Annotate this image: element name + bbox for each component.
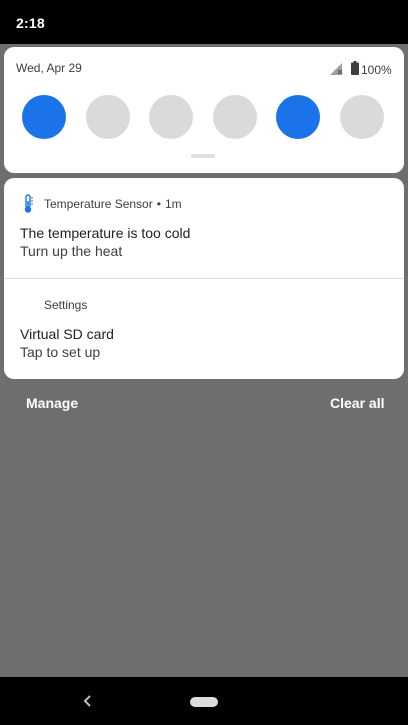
notification-body: Turn up the heat <box>20 243 123 259</box>
qs-tile-3[interactable] <box>149 95 193 139</box>
clear-all-button[interactable]: Clear all <box>330 395 384 411</box>
status-time: 2:18 <box>16 15 45 31</box>
notification-title: The temperature is too cold <box>20 225 191 241</box>
battery-percent: 100% <box>361 63 392 77</box>
qs-tile-6[interactable] <box>340 95 384 139</box>
drag-handle[interactable] <box>191 154 215 158</box>
quick-settings-panel[interactable]: Wed, Apr 29 100% <box>4 47 404 173</box>
signal-icon <box>330 63 343 75</box>
battery-icon <box>351 61 359 75</box>
notification-body: Tap to set up <box>20 344 101 360</box>
notification-temperature[interactable]: Temperature Sensor • 1m The temperature is… <box>4 178 404 278</box>
navigation-bar <box>0 677 408 725</box>
notification-title: Virtual SD card <box>20 326 114 342</box>
qs-date[interactable]: Wed, Apr 29 <box>16 61 82 75</box>
notification-card: Temperature Sensor • 1m The temperature is… <box>4 178 404 379</box>
notification-header: Temperature Sensor • 1m <box>44 197 182 211</box>
notification-app-name: Temperature Sensor <box>44 197 153 211</box>
separator-dot: • <box>156 197 161 211</box>
thermometer-icon <box>24 194 33 213</box>
notification-settings[interactable]: Settings Virtual SD card Tap to set up <box>4 279 404 379</box>
manage-button[interactable]: Manage <box>26 395 78 411</box>
qs-tile-2[interactable] <box>86 95 130 139</box>
notification-app-name: Settings <box>44 298 88 312</box>
notification-time: 1m <box>164 197 182 211</box>
back-icon[interactable] <box>82 693 94 709</box>
status-bar: 2:18 <box>0 0 408 44</box>
qs-tile-1[interactable] <box>22 95 66 139</box>
home-pill[interactable] <box>190 697 218 707</box>
qs-tile-4[interactable] <box>213 95 257 139</box>
qs-tile-5[interactable] <box>276 95 320 139</box>
